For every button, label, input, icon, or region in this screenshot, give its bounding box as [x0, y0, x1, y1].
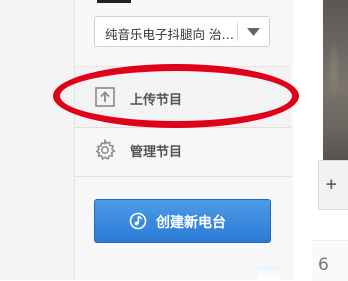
manage-programs-label: 管理节目: [130, 145, 183, 160]
upload-program-label: 上传节目: [130, 93, 183, 108]
section-divider: [75, 176, 291, 177]
gear-icon: [95, 139, 116, 161]
create-station-label: 创建新电台: [156, 215, 226, 231]
cover-image-edge: [323, 0, 348, 160]
right-side-card[interactable]: +: [318, 160, 348, 210]
upload-program-item[interactable]: 上传节目: [75, 66, 291, 128]
chevron-down-icon[interactable]: [245, 27, 262, 37]
radio-icon: [129, 212, 147, 230]
page: + 6 纯音乐电子抖腿向 治… 上传节目 管理节目 创建新电台: [0, 0, 348, 281]
panel-top-mark: [97, 0, 131, 3]
selection-glow: [258, 266, 280, 280]
upload-icon: [95, 87, 115, 107]
select-divider: [237, 22, 238, 41]
plus-icon: +: [325, 175, 338, 193]
station-select-value: 纯音乐电子抖腿向 治…: [105, 27, 233, 42]
right-number: 6: [318, 255, 329, 275]
station-select[interactable]: 纯音乐电子抖腿向 治…: [94, 16, 270, 47]
left-background: [0, 0, 74, 280]
manage-programs-item[interactable]: 管理节目: [75, 127, 291, 175]
create-station-button[interactable]: 创建新电台: [94, 199, 271, 243]
